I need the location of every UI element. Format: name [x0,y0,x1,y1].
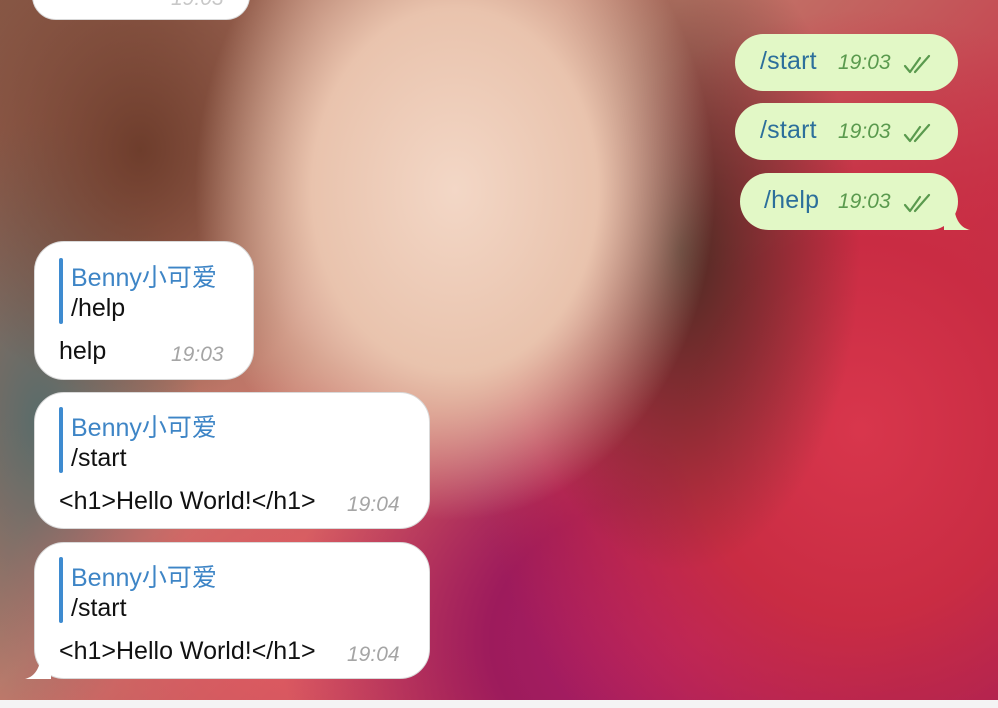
reply-sender-name: Benny小可爱 [71,414,217,442]
double-check-icon [903,54,931,74]
reply-quoted-text: /start [71,444,127,472]
message-time: 19:03 [171,343,224,366]
message-time: 19:04 [347,643,400,666]
message-text: /help [764,186,820,214]
message-text: /start [760,116,817,144]
message-text: /start [760,47,817,75]
outgoing-message[interactable]: /start 19:03 [735,103,958,160]
message-text: <h1>Hello World!</h1> [59,487,316,515]
reply-sender-name: Benny小可爱 [71,264,217,292]
reply-accent-bar [59,258,63,324]
message-bubble-partial[interactable]: 19:03 [32,0,250,20]
incoming-message[interactable]: Benny小可爱 /start <h1>Hello World!</h1> 19… [34,392,430,529]
incoming-message[interactable]: Benny小可爱 /start <h1>Hello World!</h1> 19… [34,542,430,679]
outgoing-message[interactable]: /start 19:03 [735,34,958,91]
double-check-icon [903,193,931,213]
message-time: 19:03 [838,190,891,213]
reply-accent-bar [59,557,63,623]
message-text: <h1>Hello World!</h1> [59,637,316,665]
outgoing-message[interactable]: /help 19:03 [740,173,958,230]
reply-accent-bar [59,407,63,473]
bottom-edge [0,700,998,708]
double-check-icon [903,123,931,143]
incoming-message[interactable]: Benny小可爱 /help help 19:03 [34,241,254,380]
reply-quoted-text: /start [71,594,127,622]
message-time: 19:03 [838,51,891,74]
reply-sender-name: Benny小可爱 [71,564,217,592]
message-time: 19:03 [838,120,891,143]
message-time: 19:04 [347,493,400,516]
reply-quoted-text: /help [71,294,126,322]
message-text: help [59,337,107,365]
message-time: 19:03 [171,0,224,11]
